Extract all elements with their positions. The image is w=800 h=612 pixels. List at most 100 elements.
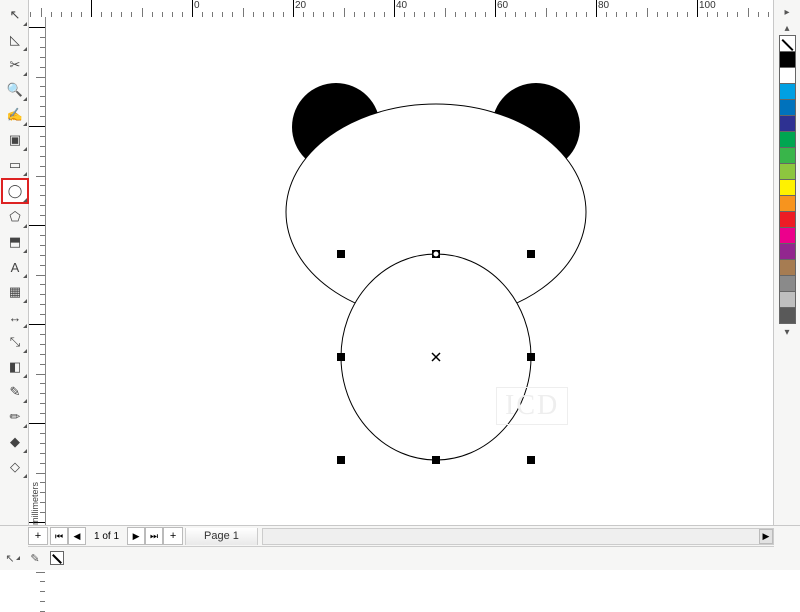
color-swatch-none[interactable]: [779, 35, 796, 52]
table-tool[interactable]: ▦: [2, 280, 28, 304]
rectangle-tool[interactable]: ▭: [2, 153, 28, 177]
cursor-icon: ↖: [5, 552, 14, 565]
freehand-tool-icon: ✍: [7, 107, 23, 123]
next-page-button[interactable]: ▶: [127, 527, 145, 545]
color-swatch-00a651[interactable]: [779, 131, 796, 148]
add-page-after-button[interactable]: +: [163, 527, 183, 545]
ruler-vertical[interactable]: 280260240220200180: [28, 17, 46, 526]
last-page-button[interactable]: ⏭: [145, 527, 163, 545]
color-swatch-00a0e3[interactable]: [779, 83, 796, 100]
fill-tool-icon: ◆: [10, 434, 20, 450]
page-tab-1[interactable]: Page 1: [185, 528, 258, 545]
ellipse-tool[interactable]: ◯: [1, 178, 29, 204]
connector-tool[interactable]: ⤡: [2, 330, 28, 354]
flyout-arrow-icon: [23, 47, 27, 51]
page-navigator: + ⏮ ◀ 1 of 1 ▶ ⏭ + Page 1 ▶: [28, 526, 774, 547]
bottom-bar: + ⏮ ◀ 1 of 1 ▶ ⏭ + Page 1 ▶ ↖ ✎: [0, 525, 800, 570]
freehand-tool[interactable]: ✍: [2, 103, 28, 127]
ruler-tick-label: 20: [295, 0, 306, 11]
color-swatch-bfbfbf[interactable]: [779, 291, 796, 308]
color-swatch-8dc63f[interactable]: [779, 163, 796, 180]
zoom-tool[interactable]: 🔍: [2, 78, 28, 102]
flyout-arrow-icon: [23, 172, 27, 176]
color-swatch-0072bc[interactable]: [779, 99, 796, 116]
horizontal-scrollbar[interactable]: ▶: [262, 528, 774, 545]
text-tool-icon: A: [11, 260, 20, 275]
table-tool-icon: ▦: [9, 284, 21, 300]
flyout-arrow-icon: [23, 274, 27, 278]
flyout-arrow-icon: [23, 147, 27, 151]
dimension-tool[interactable]: ↔: [2, 305, 28, 329]
add-page-before-button[interactable]: +: [28, 527, 48, 545]
ruler-horizontal[interactable]: 02040608010012014: [28, 0, 774, 18]
color-swatch-92278f[interactable]: [779, 243, 796, 260]
effects-tool-icon: ◧: [9, 359, 21, 375]
color-swatch-ffffff[interactable]: [779, 67, 796, 84]
status-bar: ↖ ✎: [0, 548, 800, 568]
color-swatch-fff200[interactable]: [779, 179, 796, 196]
outline-tool-icon: ✏: [10, 409, 21, 425]
fill-tool[interactable]: ◆: [2, 430, 28, 454]
brush-tool-icon[interactable]: ✎: [26, 550, 44, 566]
flyout-arrow-icon: [23, 474, 27, 478]
color-swatch-8a8a8a[interactable]: [779, 275, 796, 292]
fill-none-indicator[interactable]: [48, 550, 66, 566]
interactive-fill-tool[interactable]: ◇: [2, 455, 28, 479]
shape-tool-icon: ◺: [10, 32, 20, 48]
polygon-tool[interactable]: ⬠: [2, 205, 28, 229]
ruler-tick-label: 60: [497, 0, 508, 11]
dimension-tool-icon: ↔: [9, 310, 22, 325]
color-swatch-ed1c24[interactable]: [779, 211, 796, 228]
color-swatch-2e3192[interactable]: [779, 115, 796, 132]
color-swatch-39b54a[interactable]: [779, 147, 796, 164]
ruler-tick-label: 40: [396, 0, 407, 11]
interactive-fill-tool-icon: ◇: [10, 459, 20, 475]
color-swatch-595959[interactable]: [779, 307, 796, 324]
color-swatch-f7941e[interactable]: [779, 195, 796, 212]
pick-tool[interactable]: ↖: [2, 3, 28, 27]
flyout-arrow-icon: [23, 122, 27, 126]
plus-icon: +: [35, 530, 41, 542]
text-tool[interactable]: A: [2, 255, 28, 279]
scroll-right-button[interactable]: ▶: [759, 529, 773, 544]
rectangle-tool-icon: ▭: [9, 157, 21, 173]
flyout-arrow-icon: [23, 249, 27, 253]
flyout-arrow-icon: [23, 424, 27, 428]
ruler-units-label: millimeters: [30, 482, 40, 525]
ruler-tick-label: 100: [699, 0, 716, 11]
polygon-tool-icon: ⬠: [9, 209, 20, 225]
cursor-tool-icon[interactable]: ↖: [4, 550, 22, 566]
prev-page-button[interactable]: ◀: [68, 527, 86, 545]
effects-tool[interactable]: ◧: [2, 355, 28, 379]
flyout-arrow-icon: [23, 97, 27, 101]
page-counter[interactable]: 1 of 1: [86, 531, 127, 542]
crop-tool[interactable]: ✂: [2, 53, 28, 77]
watermark-text: ICD: [496, 387, 568, 425]
flyout-arrow-icon: [23, 72, 27, 76]
smart-fill-tool[interactable]: ▣: [2, 128, 28, 152]
no-fill-icon: [50, 551, 64, 565]
palette-scroll-up-button[interactable]: ▴: [778, 20, 796, 36]
basic-shapes-tool[interactable]: ⬒: [2, 230, 28, 254]
flyout-arrow-icon: [23, 22, 27, 26]
color-palette: ▸ ▴ ▾: [773, 0, 800, 526]
first-page-button[interactable]: ⏮: [50, 527, 68, 545]
color-swatch-ec008c[interactable]: [779, 227, 796, 244]
smart-fill-tool-icon: ▣: [9, 132, 21, 148]
zoom-tool-icon: 🔍: [7, 82, 23, 98]
palette-flyout-button[interactable]: ▸: [778, 4, 796, 20]
eyedropper-tool[interactable]: ✎: [2, 380, 28, 404]
color-swatch-000000[interactable]: [779, 51, 796, 68]
shape-tool[interactable]: ◺: [2, 28, 28, 52]
plus-icon: +: [170, 530, 176, 542]
ruler-tick-label: 0: [194, 0, 200, 11]
drawing-canvas[interactable]: ICD: [46, 17, 774, 526]
pick-tool-icon: ↖: [10, 7, 21, 23]
basic-shapes-tool-icon: ⬒: [9, 234, 21, 250]
palette-scroll-down-button[interactable]: ▾: [778, 324, 796, 340]
flyout-arrow-icon: [23, 324, 27, 328]
flyout-arrow-icon: [23, 224, 27, 228]
color-swatch-a67c52[interactable]: [779, 259, 796, 276]
ellipse-tool-icon: ◯: [8, 183, 23, 199]
outline-tool[interactable]: ✏: [2, 405, 28, 429]
